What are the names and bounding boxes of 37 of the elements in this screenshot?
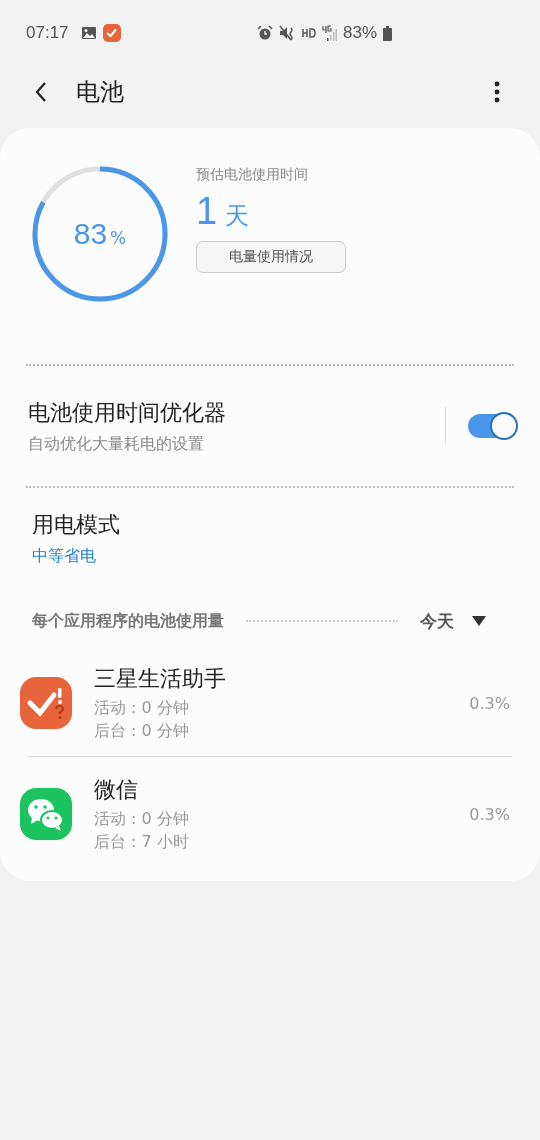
dropdown-icon (472, 616, 486, 626)
estimate-label: 预估电池使用时间 (196, 166, 308, 184)
mute-vibrate-icon (278, 25, 296, 41)
image-icon (80, 26, 97, 40)
app-row[interactable]: 微信 活动 : 0 分钟 后台 : 7 小时 0.3% (20, 757, 514, 867)
usage-button[interactable]: 电量使用情况 (196, 241, 346, 273)
hd-icon (301, 28, 316, 38)
app-name: 微信 (94, 776, 139, 804)
back-icon[interactable] (34, 81, 48, 103)
background-time: 后台 : 0 分钟 (94, 721, 190, 742)
usage-share: 0.3% (469, 693, 510, 713)
battery-icon (383, 25, 392, 41)
active-time: 活动 : 0 分钟 (94, 698, 190, 719)
optimizer-subtitle: 自动优化大量耗电的设置 (28, 433, 205, 455)
alarm-icon (256, 25, 273, 41)
more-options-icon[interactable] (494, 81, 500, 103)
signal-icon (321, 25, 337, 41)
power-mode-title: 用电模式 (32, 511, 121, 539)
battery-percent-value: 83 (73, 217, 108, 251)
page-title: 电池 (76, 77, 124, 108)
period-dropdown[interactable]: 今天 (420, 609, 508, 633)
percent-sign: % (110, 228, 127, 248)
active-time: 活动 : 0 分钟 (94, 809, 190, 830)
estimate-value: 1 (196, 190, 218, 233)
app-row[interactable]: 三星生活助手 活动 : 0 分钟 后台 : 0 分钟 0.3% (20, 646, 514, 756)
usage-share: 0.3% (469, 804, 510, 824)
section-heading: 每个应用程序的电池使用量 (32, 610, 224, 632)
status-time: 07:17 (26, 23, 69, 43)
estimate-unit: 天 (225, 201, 250, 232)
chat-bubbles-icon (20, 788, 72, 840)
task-app-icon (20, 677, 72, 729)
app-name: 三星生活助手 (94, 665, 227, 693)
battery-percent: 83% (342, 23, 377, 43)
background-time: 后台 : 7 小时 (94, 832, 190, 853)
task-app-icon (102, 24, 121, 42)
power-mode-value: 中等省电 (32, 546, 97, 567)
optimizer-title: 电池使用时间优化器 (28, 398, 227, 427)
